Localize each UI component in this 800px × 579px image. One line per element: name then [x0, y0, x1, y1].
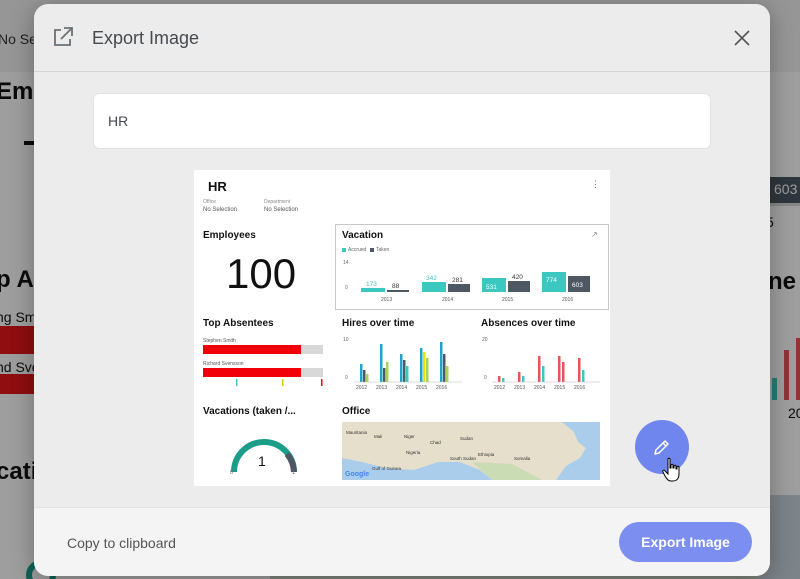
map-label: Ethiopia — [478, 452, 495, 457]
svg-text:531: 531 — [486, 284, 497, 291]
preview-filter-label-office: Office — [203, 199, 216, 205]
export-image-button[interactable]: Export Image — [619, 522, 752, 562]
preview-employees-value: 100 — [226, 250, 297, 297]
close-icon[interactable] — [730, 26, 754, 50]
map-label: Nigeria — [406, 450, 421, 455]
svg-text:420: 420 — [512, 274, 523, 281]
preview-absences-chart: 2012 2013 2014 2015 2016 — [492, 356, 600, 390]
svg-text:88: 88 — [392, 283, 400, 290]
map-label: Niger — [404, 434, 415, 439]
gauge-value: 1 — [258, 453, 266, 469]
hires-y-tick: 10 — [343, 337, 349, 343]
preview-hires-chart: 2012 2013 2014 2015 2016 — [354, 342, 462, 390]
preview-filter-value-office: No Selection — [203, 207, 238, 213]
svg-text:2015: 2015 — [502, 297, 513, 303]
absentee-markers — [236, 379, 323, 386]
kebab-menu-icon: ⋮ — [591, 179, 600, 189]
preview-employees-title: Employees — [203, 230, 256, 241]
absences-y-tick: 20 — [482, 337, 488, 343]
preview-absences-title: Absences over time — [481, 318, 576, 329]
svg-text:281: 281 — [452, 277, 463, 284]
preview-filter-label-department: Department — [264, 199, 291, 205]
map-label: Mali — [374, 434, 383, 439]
svg-text:173: 173 — [366, 281, 377, 288]
map-label: Chad — [430, 440, 441, 445]
svg-text:342: 342 — [426, 275, 437, 282]
preview-vacation-title: Vacation — [342, 230, 384, 241]
preview-office-title: Office — [342, 406, 371, 417]
export-image-dialog: Export Image HR ⋮ Office No Selection De… — [34, 4, 770, 576]
map-land — [342, 422, 586, 480]
legend-taken-swatch — [370, 248, 374, 252]
map-label: South Sudan — [450, 456, 477, 461]
svg-text:2014: 2014 — [534, 385, 545, 390]
preview-vacation-chart: 173 88 342 281 531 420 774 603 2013 2014… — [361, 272, 590, 303]
dialog-header: Export Image — [34, 4, 770, 72]
preview-hires-title: Hires over time — [342, 318, 415, 329]
expand-arrow-icon: ↗ — [591, 230, 598, 239]
map-label: Mauritania — [346, 430, 368, 435]
dialog-title: Export Image — [92, 28, 200, 48]
copy-to-clipboard-link[interactable]: Copy to clipboard — [67, 535, 176, 551]
preview-filter-value-department: No Selection — [264, 207, 299, 213]
image-title-field[interactable] — [93, 93, 711, 149]
svg-text:2015: 2015 — [416, 385, 427, 390]
preview-vacations-taken-title: Vacations (taken /... — [203, 406, 296, 417]
absentee-bar-fill — [203, 345, 301, 354]
preview-office-map: Mauritania Mali Niger Chad Sudan Nigeria… — [342, 422, 600, 480]
map-label: Gulf of Guinea — [372, 466, 402, 471]
absentee-name: Richard Svensson — [203, 361, 244, 367]
svg-text:603: 603 — [572, 282, 583, 289]
svg-text:2016: 2016 — [436, 385, 447, 390]
svg-text:2014: 2014 — [442, 297, 453, 303]
absentee-bar-fill — [203, 368, 301, 377]
svg-text:2012: 2012 — [494, 385, 505, 390]
svg-text:2016: 2016 — [574, 385, 585, 390]
map-label: Somalia — [514, 456, 531, 461]
absentee-name: Stephen Smith — [203, 338, 236, 344]
legend-accrued-swatch — [342, 248, 346, 252]
svg-text:2013: 2013 — [381, 297, 392, 303]
preview-absentees-title: Top Absentees — [203, 318, 274, 329]
svg-text:2013: 2013 — [376, 385, 387, 390]
svg-text:2015: 2015 — [554, 385, 565, 390]
legend-accrued: Accrued — [348, 247, 367, 253]
hand-cursor-icon — [662, 457, 680, 482]
vacation-y-tick: 14 — [343, 260, 349, 266]
svg-text:2016: 2016 — [562, 297, 573, 303]
preview-dashboard-title: HR — [208, 179, 227, 194]
vacation-y-tick: 0 — [345, 285, 348, 291]
dialog-footer: Copy to clipboard Export Image — [34, 507, 770, 576]
svg-text:774: 774 — [546, 277, 557, 284]
external-link-icon — [54, 27, 73, 46]
absences-y-tick: 0 — [484, 375, 487, 381]
dashboard-preview-image: HR ⋮ Office No Selection Department No S… — [194, 170, 610, 486]
gauge-max: 1 — [292, 470, 296, 476]
svg-text:2013: 2013 — [514, 385, 525, 390]
svg-text:2014: 2014 — [396, 385, 407, 390]
google-logo: Google — [345, 471, 370, 478]
pencil-icon — [654, 440, 669, 455]
legend-taken: Taken — [376, 247, 390, 253]
svg-text:2012: 2012 — [356, 385, 367, 390]
gauge-min: 0 — [230, 470, 234, 476]
map-label: Sudan — [460, 436, 474, 441]
hires-y-tick: 0 — [345, 375, 348, 381]
